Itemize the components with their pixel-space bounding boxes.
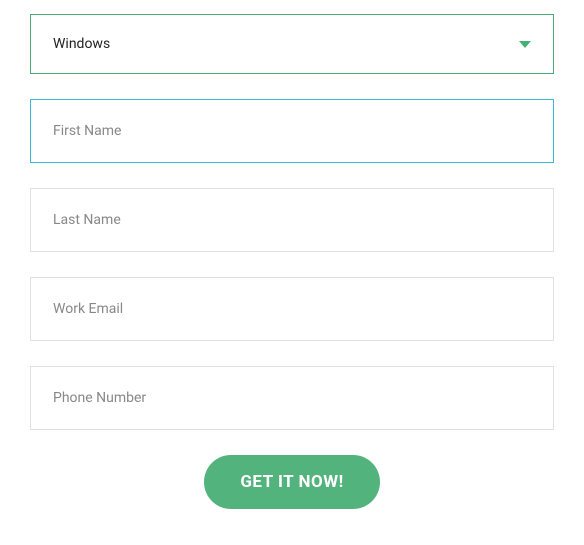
first-name-field[interactable] — [30, 99, 554, 163]
last-name-field-wrap — [30, 188, 554, 252]
phone-number-field-wrap — [30, 366, 554, 430]
work-email-field[interactable] — [30, 277, 554, 341]
last-name-field[interactable] — [30, 188, 554, 252]
os-select-value: Windows — [53, 36, 110, 52]
os-select-field[interactable]: Windows — [30, 14, 554, 74]
chevron-down-icon — [519, 41, 531, 48]
submit-wrap: GET IT NOW! — [30, 455, 554, 509]
work-email-field-wrap — [30, 277, 554, 341]
os-select[interactable]: Windows — [30, 14, 554, 74]
submit-button[interactable]: GET IT NOW! — [204, 455, 379, 509]
first-name-field-wrap — [30, 99, 554, 163]
phone-number-field[interactable] — [30, 366, 554, 430]
